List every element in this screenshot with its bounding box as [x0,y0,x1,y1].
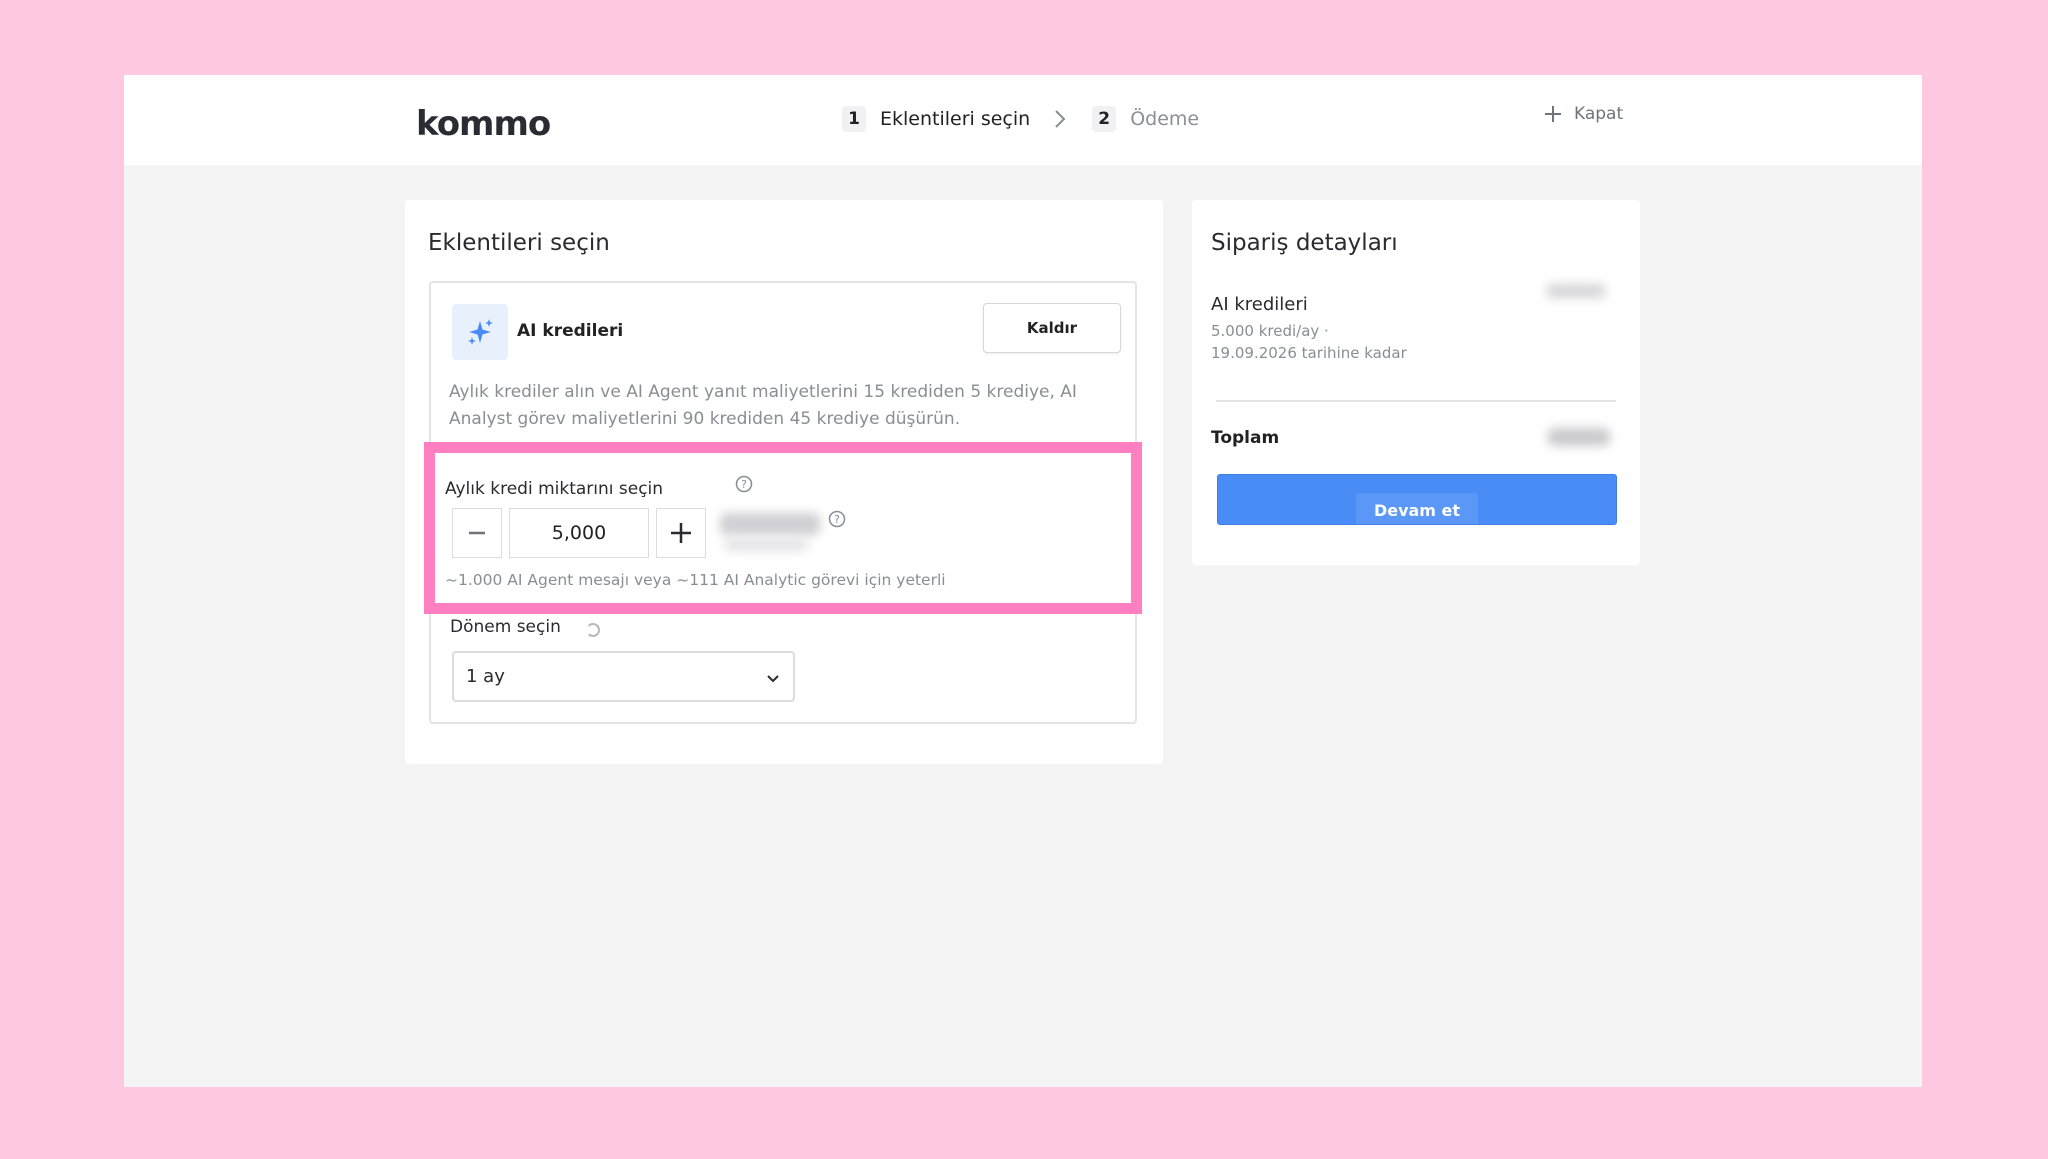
addons-title: Eklentileri seçin [428,230,610,256]
top-bar: kommo 1 Eklentileri seçin 2 Ödeme Kapat [124,75,1922,165]
remove-button[interactable]: Kaldır [983,303,1121,353]
plus-icon [1545,106,1561,122]
order-item-quantity: 5.000 kredi/ay · [1211,322,1329,340]
credit-amount-input[interactable] [509,508,649,558]
sparkles-icon [452,304,508,360]
total-price-placeholder [1548,428,1610,446]
period-label: Dönem seçin [450,617,561,637]
chevron-right-icon [1050,106,1070,132]
price-placeholder [720,513,822,553]
period-selected-value: 1 ay [466,666,505,687]
order-item-name: AI kredileri [1211,294,1308,315]
help-icon[interactable]: ? [828,510,846,532]
quantity-stepper [452,508,706,558]
svg-text:?: ? [834,513,840,526]
total-label: Toplam [1211,428,1280,448]
svg-text:kommo: kommo [416,104,550,142]
credit-amount-section: Aylık kredi miktarını seçin ? ? ~1.000 A… [424,442,1142,614]
decrement-button[interactable] [452,508,502,558]
period-select[interactable]: 1 ay [452,651,795,702]
plus-icon [671,523,691,543]
continue-button[interactable]: Devam et [1217,474,1617,525]
step-1-number: 1 [842,106,866,132]
help-icon[interactable]: ? [735,475,753,497]
order-details-card: Sipariş detayları AI kredileri 5.000 kre… [1192,200,1640,565]
addon-description: Aylık krediler alın ve AI Agent yanıt ma… [449,382,1077,429]
order-item-validity: 19.09.2026 tarihine kadar [1211,344,1407,362]
step-2-number: 2 [1092,106,1117,132]
step-1-label: Eklentileri seçin [880,108,1031,130]
svg-text:?: ? [741,478,747,491]
order-title: Sipariş detayları [1211,230,1398,256]
continue-label: Devam et [1355,493,1479,524]
minus-icon [469,531,485,535]
loading-spinner-icon [586,623,600,637]
kommo-logo[interactable]: kommo [416,102,566,142]
chevron-down-icon [767,675,779,683]
close-label: Kapat [1574,104,1624,124]
credit-amount-hint: ~1.000 AI Agent mesajı veya ~111 AI Anal… [445,571,946,589]
order-item-details: 5.000 kredi/ay · 19.09.2026 tarihine kad… [1211,320,1407,364]
divider [1216,400,1616,402]
close-button[interactable]: Kapat [1544,104,1623,124]
increment-button[interactable] [656,508,706,558]
checkout-stepper: 1 Eklentileri seçin 2 Ödeme [842,106,1199,132]
credit-amount-label: Aylık kredi miktarını seçin [445,479,664,499]
addon-name: AI kredileri [517,321,624,341]
step-2-label: Ödeme [1130,108,1200,130]
order-item-price-placeholder [1546,284,1606,298]
